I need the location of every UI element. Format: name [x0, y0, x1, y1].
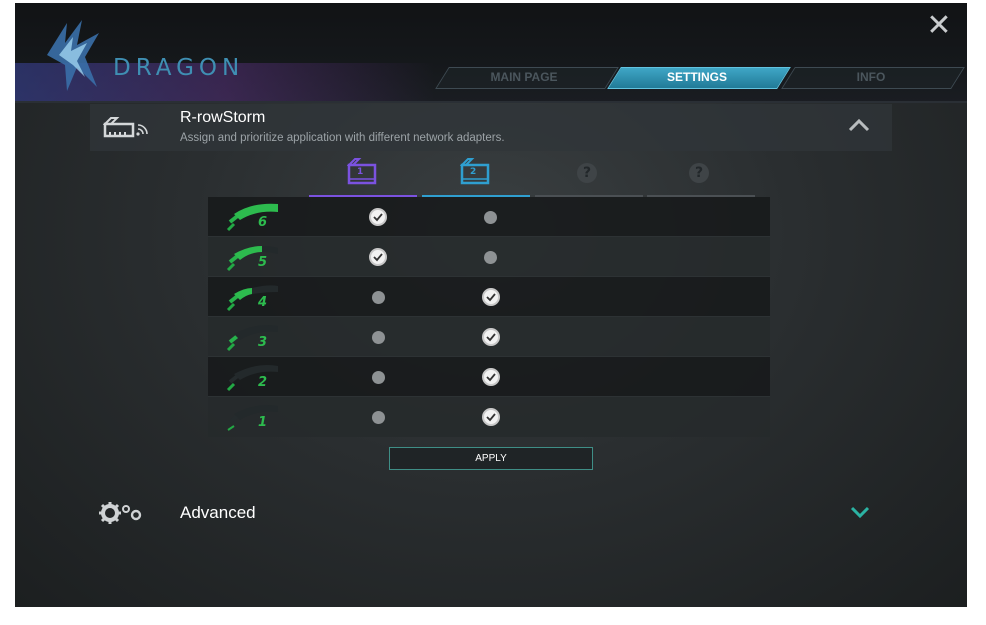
- table-row: 6: [208, 197, 770, 237]
- chevron-up-icon[interactable]: [847, 117, 871, 133]
- priority-2-adapter-2-check[interactable]: [482, 368, 500, 386]
- priority-4-adapter-1-radio[interactable]: [372, 291, 385, 304]
- advanced-section-label[interactable]: Advanced: [180, 503, 256, 523]
- priority-level: 5: [258, 255, 268, 270]
- table-row: 5: [208, 237, 770, 277]
- priority-6-adapter-1-check[interactable]: [369, 208, 387, 226]
- table-row: 1: [208, 397, 770, 437]
- table-row: 4: [208, 277, 770, 317]
- tab-settings[interactable]: SETTINGS: [612, 70, 782, 88]
- priority-4-adapter-2-check[interactable]: [482, 288, 500, 306]
- adapter-1-label: 1: [357, 167, 364, 177]
- app-window: DRAGON ✕ MAIN PAGE SETTINGS INFO R-rowSt…: [15, 3, 967, 607]
- priority-3-adapter-1-radio[interactable]: [372, 331, 385, 344]
- adapter-2-label: 2: [470, 167, 477, 177]
- priority-1-adapter-1-radio[interactable]: [372, 411, 385, 424]
- priority-level: 4: [258, 295, 268, 310]
- adapter-column-1[interactable]: 1: [309, 153, 417, 197]
- priority-level: 6: [258, 215, 268, 230]
- priority-2-icon: [226, 365, 278, 392]
- priority-6-icon: [226, 203, 278, 232]
- network-adapter-wifi-icon: [103, 117, 148, 138]
- priority-level: 1: [258, 415, 268, 430]
- unknown-adapter-icon: ?: [577, 163, 597, 183]
- chevron-down-icon[interactable]: [849, 505, 871, 519]
- section-title: R-rowStorm: [180, 109, 266, 126]
- tab-main-page[interactable]: MAIN PAGE: [439, 70, 609, 88]
- priority-level: 2: [258, 375, 268, 390]
- apply-button[interactable]: APPLY: [389, 447, 593, 470]
- adapter-column-4[interactable]: ?: [647, 153, 755, 197]
- brand-name: DRAGON: [113, 55, 245, 81]
- priority-5-adapter-1-check[interactable]: [369, 248, 387, 266]
- section-subtitle: Assign and prioritize application with d…: [180, 132, 505, 144]
- adapter-column-2[interactable]: 2: [422, 153, 530, 197]
- priority-4-icon: [226, 285, 278, 312]
- adapter-column-3[interactable]: ?: [535, 153, 643, 197]
- header: DRAGON ✕ MAIN PAGE SETTINGS INFO: [15, 3, 967, 103]
- table-row: 3: [208, 317, 770, 357]
- priority-table: 6 5 4 3 2 1: [208, 197, 770, 437]
- priority-5-icon: [226, 246, 278, 272]
- priority-level: 3: [258, 335, 268, 350]
- close-button[interactable]: ✕: [925, 11, 953, 41]
- priority-5-adapter-2-radio[interactable]: [484, 251, 497, 264]
- priority-3-adapter-2-check[interactable]: [482, 328, 500, 346]
- priority-1-adapter-2-check[interactable]: [482, 408, 500, 426]
- dragon-logo: [47, 20, 99, 91]
- priority-1-icon: [227, 405, 278, 431]
- priority-3-icon: [226, 325, 278, 352]
- priority-6-adapter-2-radio[interactable]: [484, 211, 497, 224]
- gears-icon: [99, 502, 142, 524]
- unknown-adapter-icon: ?: [689, 163, 709, 183]
- table-row: 2: [208, 357, 770, 397]
- priority-2-adapter-1-radio[interactable]: [372, 371, 385, 384]
- tab-info[interactable]: INFO: [786, 70, 956, 88]
